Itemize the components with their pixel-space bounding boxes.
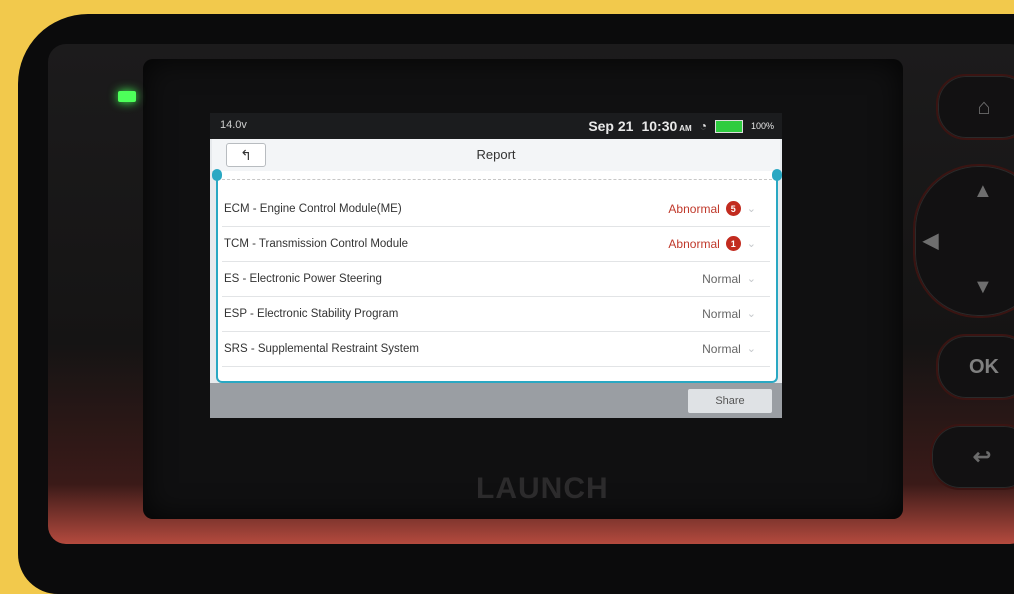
battery-percent: 100% [750, 121, 774, 131]
status-bar: 14.0v Sep 21 10:30 AM ◔ 100% [210, 113, 782, 139]
home-icon: ⌂ [977, 94, 991, 119]
status-time: 10:30 AM [641, 118, 692, 134]
chevron-down-icon[interactable]: ⌄ [747, 202, 756, 215]
fault-count-badge: 1 [725, 236, 741, 251]
fault-count-badge: 5 [725, 201, 741, 216]
panel-divider [222, 179, 772, 180]
module-name: ECM - Engine Control Module(ME) [224, 202, 402, 215]
ok-hardware-button[interactable]: OK [936, 334, 1014, 400]
wifi-icon: ◔ [699, 119, 707, 133]
report-panel: ECM - Engine Control Module(ME) Abnormal… [212, 169, 782, 383]
status-ampm: AM [679, 124, 692, 133]
chevron-down-icon[interactable]: ⌄ [747, 272, 756, 285]
brand-logo: LAUNCH [476, 472, 609, 505]
power-led [118, 91, 136, 102]
up-arrow-icon[interactable]: ▲ [973, 180, 993, 203]
module-name: TCM - Transmission Control Module [224, 237, 409, 250]
back-arrow-icon: ↩ [972, 444, 992, 469]
module-name: SRS - Supplemental Restraint System [224, 342, 419, 355]
battery-icon [714, 119, 743, 133]
left-arrow-icon[interactable]: ◀ [923, 228, 938, 253]
module-row-tcm[interactable]: TCM - Transmission Control Module Abnorm… [222, 226, 770, 262]
dpad-hardware-button[interactable]: ▲ ◀ ▼ [913, 164, 1014, 318]
status-date: Sep 21 [588, 118, 634, 134]
scroll-knob-left [212, 169, 222, 181]
title-bar: ↰ Report [212, 139, 780, 172]
page-title: Report [476, 147, 516, 162]
scroll-knob-right [772, 169, 782, 181]
module-name: ES - Electronic Power Steering [224, 272, 382, 285]
bottom-bar: Share [210, 383, 782, 418]
module-row-es[interactable]: ES - Electronic Power Steering Normal ⌄ [222, 261, 770, 297]
module-row-srs[interactable]: SRS - Supplemental Restraint System Norm… [222, 331, 770, 367]
module-name: ESP - Electronic Stability Program [224, 307, 399, 320]
voltage-readout: 14.0v [220, 119, 247, 131]
chevron-down-icon[interactable]: ⌄ [747, 237, 756, 250]
module-status: Normal [702, 306, 741, 321]
module-row-ecm[interactable]: ECM - Engine Control Module(ME) Abnormal… [222, 191, 770, 227]
module-status: Abnormal [668, 236, 720, 251]
chevron-down-icon[interactable]: ⌄ [747, 307, 756, 320]
module-status: Abnormal [668, 201, 720, 216]
module-status: Normal [702, 341, 741, 356]
module-status: Normal [702, 271, 741, 286]
share-button[interactable]: Share [688, 389, 772, 413]
down-arrow-icon[interactable]: ▼ [973, 276, 993, 299]
device-screen: 14.0v Sep 21 10:30 AM ◔ 100% ↰ Report ECM… [210, 113, 782, 418]
chevron-down-icon[interactable]: ⌄ [747, 342, 756, 355]
back-hardware-button[interactable]: ↩ [930, 424, 1014, 490]
module-row-esp[interactable]: ESP - Electronic Stability Program Norma… [222, 296, 770, 332]
home-hardware-button[interactable]: ⌂ [936, 74, 1014, 140]
